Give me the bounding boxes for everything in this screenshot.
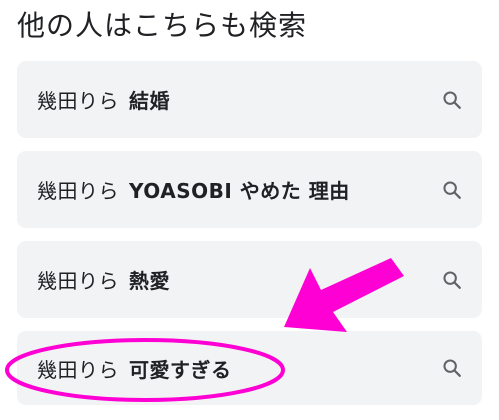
- suggestion-item-3[interactable]: 幾田りら 熱愛: [17, 241, 482, 318]
- suggestion-text: 幾田りら 熱愛: [37, 265, 170, 294]
- people-also-search-panel: 他の人はこちらも検索 幾田りら 結婚 幾田りら YOASOBI やめた 理由 幾田り…: [0, 0, 499, 420]
- suggestion-item-4[interactable]: 幾田りら 可愛すぎる: [17, 331, 482, 405]
- suggestion-text: 幾田りら 結婚: [37, 85, 170, 114]
- suggestion-base-text: 幾田りら: [37, 179, 119, 203]
- section-title: 他の人はこちらも検索: [17, 9, 308, 42]
- suggestion-base-text: 幾田りら: [37, 269, 119, 293]
- suggestion-text: 幾田りら YOASOBI やめた 理由: [37, 175, 350, 204]
- suggestion-list: 幾田りら 結婚 幾田りら YOASOBI やめた 理由 幾田りら 熱愛 幾田りら…: [17, 61, 482, 405]
- suggestion-extra-text: 結婚: [129, 89, 170, 113]
- suggestion-extra-text: 可愛すぎる: [129, 357, 232, 382]
- suggestion-extra-text: 熱愛: [129, 269, 170, 293]
- suggestion-base-text: 幾田りら: [37, 89, 119, 113]
- search-icon: [443, 359, 461, 377]
- suggestion-item-2[interactable]: 幾田りら YOASOBI やめた 理由: [17, 151, 482, 228]
- suggestion-extra-text: YOASOBI やめた 理由: [129, 179, 350, 203]
- suggestion-base-text: 幾田りら: [37, 357, 119, 382]
- suggestion-item-1[interactable]: 幾田りら 結婚: [17, 61, 482, 138]
- search-icon: [443, 90, 461, 109]
- suggestion-text: 幾田りら 可愛すぎる: [37, 354, 232, 383]
- search-icon: [443, 270, 461, 289]
- search-icon: [443, 180, 461, 199]
